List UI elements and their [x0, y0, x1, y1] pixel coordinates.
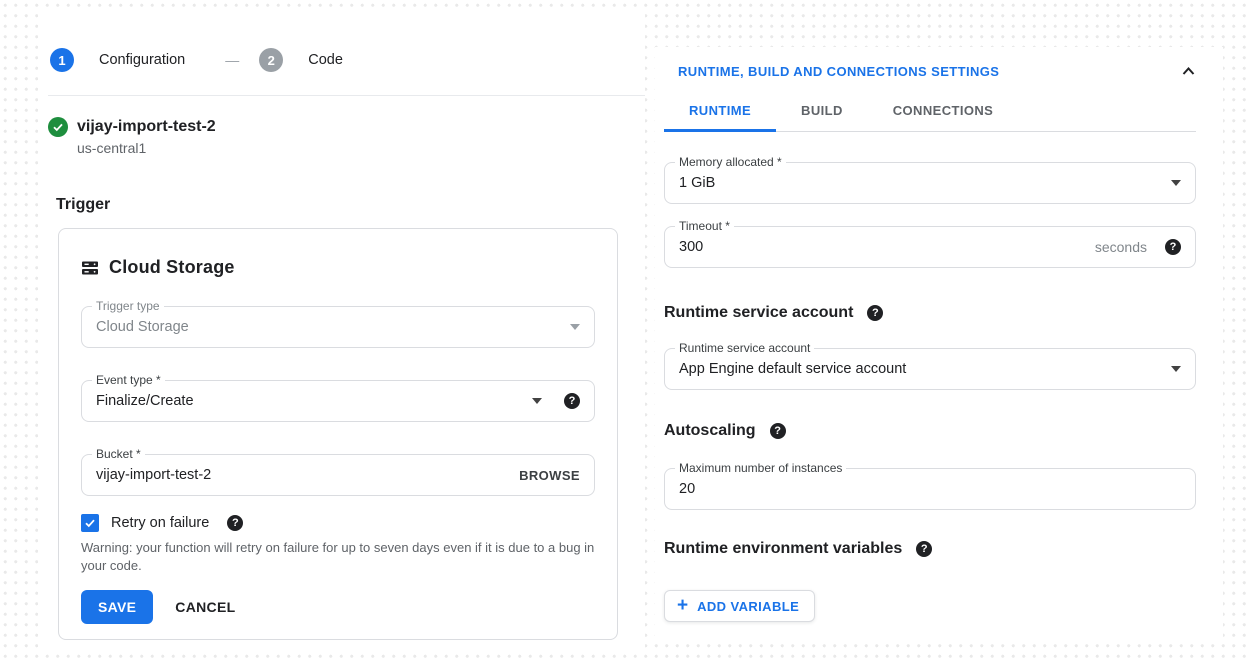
service-account-heading-row: Runtime service account ? [664, 304, 1196, 322]
settings-tabs: RUNTIME BUILD CONNECTIONS [664, 91, 1196, 132]
event-type-help-icon[interactable]: ? [564, 393, 580, 409]
memory-allocated-select[interactable]: Memory allocated * 1 GiB [664, 162, 1196, 204]
divider [48, 95, 645, 96]
retry-help-icon[interactable]: ? [227, 515, 243, 531]
trigger-heading: Trigger [56, 196, 645, 214]
chevron-down-icon [570, 324, 580, 330]
save-button[interactable]: SAVE [81, 590, 153, 624]
memory-allocated-label: Memory allocated * [675, 155, 786, 169]
trigger-card-title: Cloud Storage [109, 257, 235, 278]
timeout-help-icon[interactable]: ? [1165, 239, 1181, 255]
browse-button[interactable]: BROWSE [519, 468, 580, 483]
chevron-down-icon [1171, 180, 1181, 186]
env-vars-heading-row: Runtime environment variables ? [664, 540, 1196, 558]
trigger-type-select[interactable]: Trigger type Cloud Storage [81, 306, 595, 348]
memory-allocated-value: 1 GiB [679, 175, 1171, 191]
trigger-type-label: Trigger type [92, 299, 164, 313]
trigger-type-value: Cloud Storage [96, 319, 570, 335]
env-vars-heading: Runtime environment variables [664, 540, 902, 558]
tab-runtime[interactable]: RUNTIME [664, 91, 776, 131]
stepper: 1 Configuration — 2 Code [50, 48, 645, 72]
event-type-label: Event type * [92, 373, 165, 387]
service-account-help-icon[interactable]: ? [867, 305, 883, 321]
service-account-select[interactable]: Runtime service account App Engine defau… [664, 348, 1196, 390]
settings-header-title[interactable]: RUNTIME, BUILD AND CONNECTIONS SETTINGS [678, 64, 999, 79]
max-instances-label: Maximum number of instances [675, 461, 846, 475]
chevron-up-icon[interactable] [1181, 64, 1196, 79]
settings-header: RUNTIME, BUILD AND CONNECTIONS SETTINGS [678, 64, 1196, 79]
function-name: vijay-import-test-2 [77, 118, 216, 136]
add-variable-button[interactable]: + ADD VARIABLE [664, 590, 815, 622]
bucket-input[interactable]: Bucket * vijay-import-test-2 BROWSE [81, 454, 595, 496]
autoscaling-heading: Autoscaling [664, 422, 756, 440]
add-variable-label: ADD VARIABLE [697, 599, 799, 614]
trigger-card-title-row: Cloud Storage [81, 257, 595, 278]
step-1-label[interactable]: Configuration [99, 52, 185, 68]
cloud-storage-icon [81, 259, 99, 277]
function-region: us-central1 [77, 140, 645, 156]
retry-warning-text: Warning: your function will retry on fai… [81, 539, 595, 575]
retry-on-failure-row: Retry on failure ? [81, 514, 595, 532]
event-type-value: Finalize/Create [96, 393, 532, 409]
env-vars-help-icon[interactable]: ? [916, 541, 932, 557]
step-1-circle[interactable]: 1 [50, 48, 74, 72]
runtime-settings-panel: RUNTIME, BUILD AND CONNECTIONS SETTINGS … [655, 47, 1223, 642]
autoscaling-help-icon[interactable]: ? [770, 423, 786, 439]
service-account-value: App Engine default service account [679, 361, 1171, 377]
stepper-separator: — [225, 52, 239, 68]
bucket-value: vijay-import-test-2 [96, 467, 519, 483]
cancel-button[interactable]: CANCEL [175, 599, 235, 615]
event-type-select[interactable]: Event type * Finalize/Create ? [81, 380, 595, 422]
tab-build[interactable]: BUILD [776, 91, 868, 131]
timeout-value: 300 [679, 239, 1095, 255]
timeout-input[interactable]: Timeout * 300 seconds ? [664, 226, 1196, 268]
step-2-label[interactable]: Code [308, 52, 343, 68]
retry-label: Retry on failure [111, 515, 209, 531]
configuration-panel: 1 Configuration — 2 Code vijay-import-te… [38, 12, 645, 648]
form-actions: SAVE CANCEL [81, 590, 595, 624]
autoscaling-heading-row: Autoscaling ? [664, 422, 1196, 440]
max-instances-value: 20 [679, 481, 1181, 497]
plus-icon: + [677, 596, 688, 615]
timeout-suffix: seconds [1095, 239, 1147, 255]
chevron-down-icon [1171, 366, 1181, 372]
timeout-label: Timeout * [675, 219, 734, 233]
trigger-card: Cloud Storage Trigger type Cloud Storage… [58, 228, 618, 640]
check-circle-icon [48, 117, 68, 137]
service-account-label: Runtime service account [675, 341, 814, 355]
step-2-circle[interactable]: 2 [259, 48, 283, 72]
tab-connections[interactable]: CONNECTIONS [868, 91, 1018, 131]
retry-checkbox[interactable] [81, 514, 99, 532]
service-account-heading: Runtime service account [664, 304, 853, 322]
function-name-row: vijay-import-test-2 [48, 117, 645, 137]
max-instances-input[interactable]: Maximum number of instances 20 [664, 468, 1196, 510]
chevron-down-icon [532, 398, 542, 404]
bucket-label: Bucket * [92, 447, 145, 461]
